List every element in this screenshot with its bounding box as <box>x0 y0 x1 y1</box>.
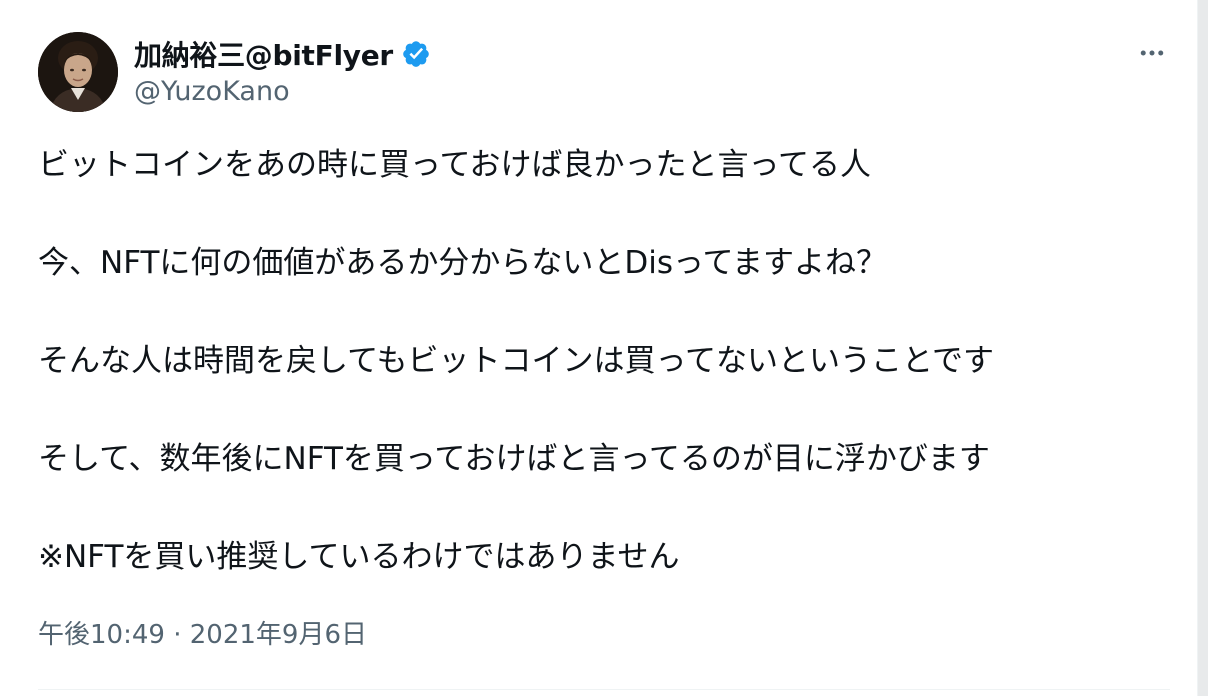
more-horizontal-icon <box>1140 50 1164 56</box>
timestamp-separator: · <box>164 620 190 650</box>
tweet-card: 加納裕三@bitFlyer @YuzoKano ビットコインをあの時に買っておけ… <box>0 0 1198 696</box>
tweet-text: ビットコインをあの時に買っておけば良かったと言ってる人 今、NFTに何の価値があ… <box>38 142 1158 580</box>
tweet-timestamp[interactable]: 午後10:49 · 2021年9月6日 <box>38 614 367 651</box>
tweet-paragraph: 今、NFTに何の価値があるか分からないとDisってますよね？ <box>38 245 887 281</box>
divider <box>38 689 1170 690</box>
author-display-name[interactable]: 加納裕三@bitFlyer <box>134 34 393 74</box>
avatar[interactable] <box>38 32 118 112</box>
author-name-row: 加納裕三@bitFlyer <box>134 34 431 74</box>
more-options-button[interactable] <box>1132 36 1172 70</box>
avatar-image <box>38 32 118 112</box>
verified-badge-icon[interactable] <box>401 39 431 69</box>
tweet-paragraph: ビットコインをあの時に買っておけば良かったと言ってる人 <box>38 147 871 183</box>
tweet-paragraph: ※NFTを買い推奨しているわけではありません <box>38 539 680 575</box>
author-handle[interactable]: @YuzoKano <box>134 76 290 107</box>
tweet-paragraph: そんな人は時間を戻してもビットコインは買ってないということです <box>38 343 995 379</box>
tweet-paragraph: そして、数年後にNFTを買っておけばと言ってるのが目に浮かびます <box>38 441 990 477</box>
tweet-time[interactable]: 午後10:49 <box>38 620 165 650</box>
tweet-date[interactable]: 2021年9月6日 <box>190 620 367 650</box>
